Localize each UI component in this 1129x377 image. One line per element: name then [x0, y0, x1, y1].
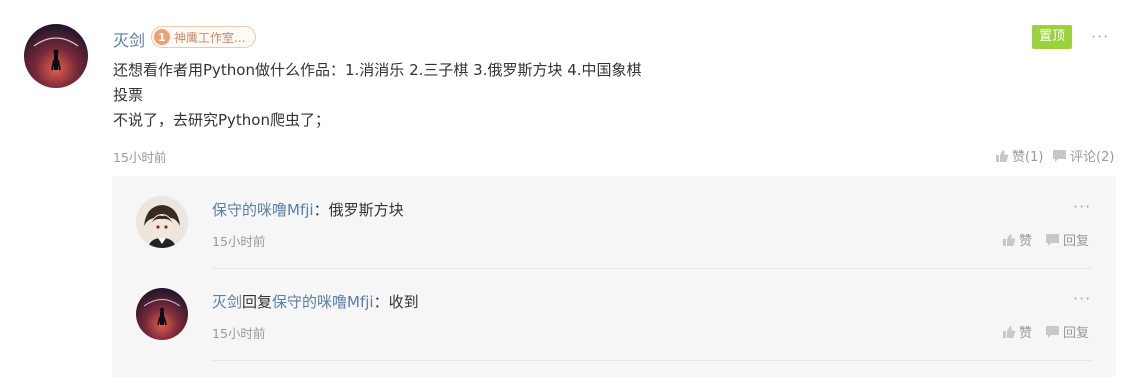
comment-bubble-icon: [1053, 149, 1066, 162]
badge-label: 神鹰工作室...: [174, 30, 246, 45]
reply-1-like-label: 赞: [1019, 234, 1033, 249]
reply-2-like-button[interactable]: 赞: [1002, 322, 1032, 341]
reply-1-timestamp: 15小时前: [212, 234, 266, 249]
reply-1-reply-button[interactable]: 回复: [1045, 230, 1089, 249]
comment-author-name[interactable]: 灭剑: [113, 27, 145, 51]
reply-2-like-label: 赞: [1019, 326, 1033, 341]
reply-2-reply-button[interactable]: 回复: [1045, 322, 1089, 341]
reply-1-author[interactable]: 保守的咪噜Mfji: [212, 201, 314, 219]
reply-1-content: 保守的咪噜Mfji：俄罗斯方块: [212, 199, 404, 220]
reply-1-reply-label: 回复: [1063, 234, 1090, 249]
reply-1-separator: ：: [313, 201, 329, 219]
comment-text-line-1: 还想看作者用Python做什么作品：1.消消乐 2.三子棋 3.俄罗斯方块 4.…: [113, 61, 642, 79]
reply-2-text: 收到: [388, 293, 419, 311]
like-button[interactable]: 赞(1): [995, 146, 1043, 165]
author-avatar[interactable]: [24, 24, 88, 88]
reply-avatar-2[interactable]: [136, 288, 188, 340]
comment-more-icon[interactable]: ···: [1091, 29, 1109, 45]
badge-level: 1: [154, 29, 170, 45]
comment-button[interactable]: 评论(2): [1052, 146, 1114, 165]
reply-avatar-1[interactable]: [136, 196, 188, 248]
reply-1-like-button[interactable]: 赞: [1002, 230, 1032, 249]
reply-2-reply-word: 回复: [242, 293, 273, 311]
comment-bubble-icon: [1046, 325, 1059, 338]
like-label: 赞(1): [1012, 150, 1044, 165]
reply-2-separator: ：: [373, 293, 389, 311]
comment-timestamp: 15小时前: [113, 150, 167, 165]
pinned-tag: 置顶: [1032, 25, 1073, 49]
comment-text-line-2: 投票: [113, 86, 144, 104]
reply-2-timestamp: 15小时前: [212, 326, 266, 341]
thumbs-up-icon: [1003, 325, 1016, 338]
reply-2-author[interactable]: 灭剑: [212, 293, 242, 311]
reply-1-more-icon[interactable]: ···: [1073, 199, 1091, 215]
thumbs-up-icon: [1003, 233, 1016, 246]
reply-divider: [212, 360, 1092, 361]
reply-2-more-icon[interactable]: ···: [1073, 291, 1091, 307]
reply-1-text: 俄罗斯方块: [328, 201, 404, 219]
fan-badge[interactable]: 1 神鹰工作室...: [151, 26, 257, 48]
reply-2-content: 灭剑回复保守的咪噜Mfji：收到: [212, 291, 419, 312]
comment-bubble-icon: [1046, 233, 1059, 246]
reply-2-target[interactable]: 保守的咪噜Mfji: [272, 293, 374, 311]
thumbs-up-icon: [996, 149, 1009, 162]
reply-divider: [212, 268, 1092, 269]
reply-2-reply-label: 回复: [1063, 326, 1090, 341]
comment-label: 评论(2): [1070, 150, 1115, 165]
comment-text-line-3: 不说了，去研究Python爬虫了；: [113, 111, 330, 129]
